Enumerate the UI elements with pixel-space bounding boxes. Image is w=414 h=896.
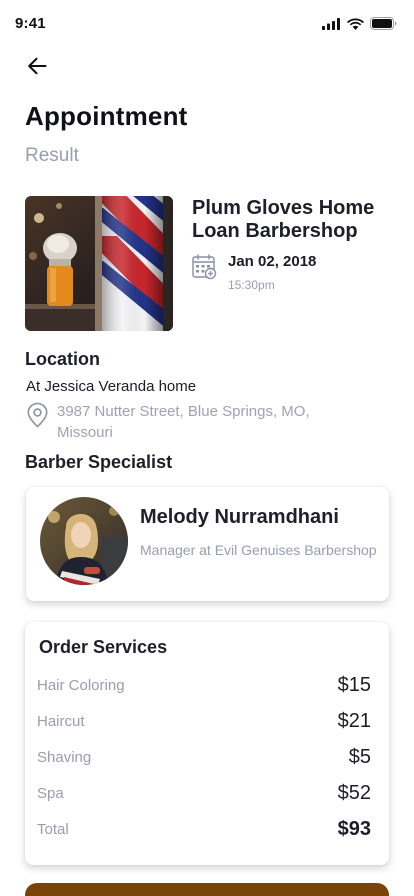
- service-label: Shaving: [37, 749, 92, 766]
- location-heading: Location: [25, 349, 100, 369]
- location-address: 3987 Nutter Street, Blue Springs, MO, Mi…: [57, 403, 310, 441]
- status-icons: [322, 17, 397, 35]
- service-label: Spa: [37, 785, 64, 802]
- status-time: 9:41: [15, 15, 46, 32]
- bottom-action-button[interactable]: [25, 883, 389, 896]
- location-place: At Jessica Veranda home: [26, 378, 197, 395]
- service-price: $21: [337, 710, 371, 732]
- service-row-total: Total $93: [37, 818, 371, 842]
- barber-role: Manager at Evil Genuises Barbershop: [140, 542, 377, 558]
- service-row-shaving: Shaving $5: [37, 746, 371, 770]
- page-subtitle: Result: [25, 145, 79, 166]
- service-price: $15: [337, 674, 371, 696]
- service-price: $5: [348, 746, 371, 768]
- service-row-hair-coloring: Hair Coloring $15: [37, 674, 371, 698]
- appointment-time: 15:30pm: [228, 278, 275, 292]
- service-row-haircut: Haircut $21: [37, 710, 371, 734]
- total-label: Total: [37, 821, 69, 838]
- service-label: Haircut: [37, 713, 85, 730]
- calendar-icon: [192, 254, 217, 285]
- page-title: Appointment: [25, 101, 188, 131]
- order-services-title: Order Services: [39, 637, 168, 657]
- order-services-card: Order Services Hair Coloring $15 Haircut…: [25, 622, 389, 865]
- service-label: Hair Coloring: [37, 677, 125, 694]
- service-row-spa: Spa $52: [37, 782, 371, 806]
- service-price: $52: [337, 782, 371, 804]
- location-pin-icon: [26, 402, 49, 433]
- appointment-date: Jan 02, 2018: [228, 253, 317, 270]
- shop-name: Plum Gloves Home Loan Barbershop: [192, 197, 375, 242]
- back-button[interactable]: [22, 54, 52, 82]
- back-arrow-icon: [27, 57, 47, 80]
- total-price: $93: [337, 818, 371, 840]
- shop-photo: [25, 196, 173, 331]
- status-bar: 9:41: [0, 0, 414, 48]
- barber-card[interactable]: Melody Nurramdhani Manager at Evil Genui…: [26, 487, 389, 601]
- wifi-icon: [347, 17, 364, 35]
- barber-name: Melody Nurramdhani: [140, 506, 339, 528]
- battery-icon: [370, 17, 397, 35]
- barber-heading: Barber Specialist: [25, 452, 173, 472]
- signal-icon: [322, 17, 341, 35]
- avatar: [40, 497, 128, 585]
